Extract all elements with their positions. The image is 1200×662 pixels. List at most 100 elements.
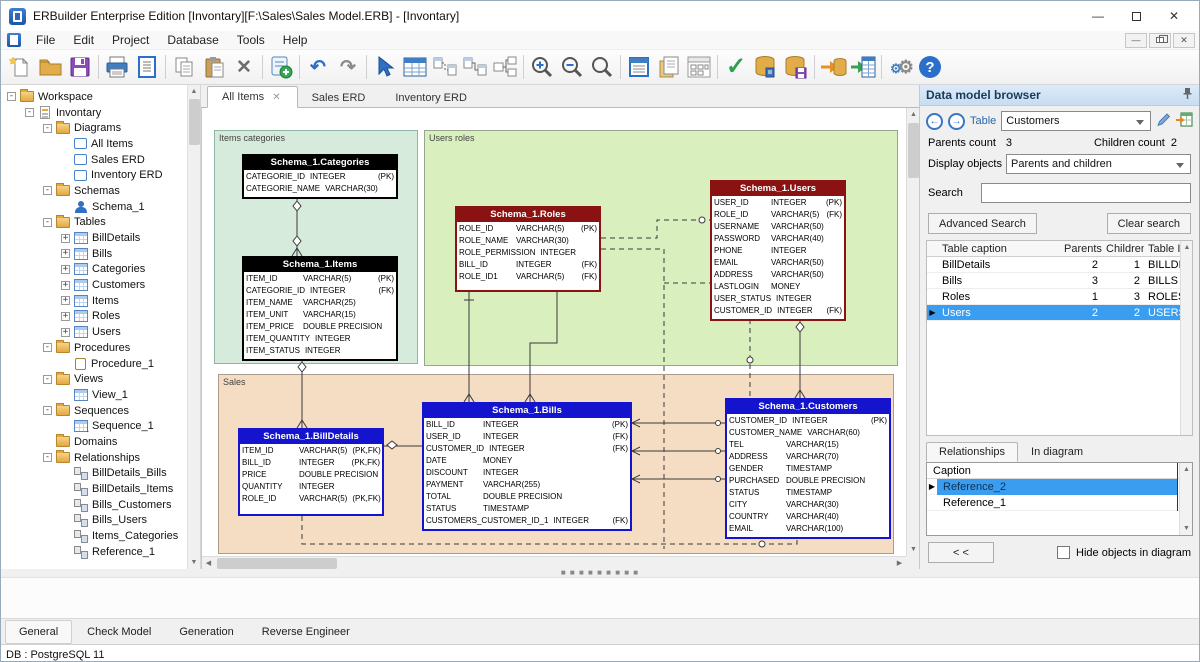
grid-row[interactable]: Bills 3 2 BILLS — [927, 273, 1192, 289]
back-button[interactable]: ← — [926, 113, 943, 130]
tree-expander[interactable]: - — [43, 453, 52, 462]
import-table-icon[interactable] — [848, 53, 878, 81]
grid-scrollbar[interactable]: ▲ — [1180, 241, 1192, 435]
mdi-restore-button[interactable] — [1149, 33, 1171, 48]
diagram-tab[interactable]: All Items ✕ — [207, 86, 298, 108]
menu-item[interactable]: Database — [158, 31, 227, 49]
clear-search-button[interactable]: Clear search — [1107, 213, 1191, 234]
menu-item[interactable]: Project — [103, 31, 158, 49]
tree-expander[interactable]: + — [61, 312, 70, 321]
help-icon[interactable]: ? — [915, 53, 945, 81]
menu-item[interactable]: File — [27, 31, 64, 49]
entity-table-header[interactable]: Schema_1.Customers — [727, 400, 889, 414]
panel-splitter-handle[interactable]: ■ ■ ■ ■ ■ ■ ■ ■ ■ — [1, 569, 1199, 577]
tree-item[interactable]: BillDetails_Bills — [1, 466, 200, 482]
grid-row[interactable]: BillDetails 2 1 BILLDE — [927, 257, 1192, 273]
minimize-button[interactable]: — — [1081, 4, 1115, 28]
document-view-icon[interactable] — [624, 53, 654, 81]
close-tab-icon[interactable]: ✕ — [272, 92, 280, 103]
output-tab[interactable]: Check Model — [74, 621, 164, 643]
grid-row[interactable]: Roles 1 3 ROLES — [927, 289, 1192, 305]
scroll-down-icon[interactable]: ▼ — [188, 556, 200, 569]
tree-item[interactable]: - Invontary — [1, 105, 200, 121]
entity-table-header[interactable]: Schema_1.Roles — [457, 208, 599, 222]
many-to-many-relation-icon[interactable] — [460, 53, 490, 81]
entity-table-header[interactable]: Schema_1.Bills — [424, 404, 630, 418]
tree-expander[interactable]: - — [43, 186, 52, 195]
subtype-relation-icon[interactable] — [490, 53, 520, 81]
tree-item[interactable]: Items_Categories — [1, 528, 200, 544]
diagram-canvas[interactable]: Items categories Users roles Sales — [201, 108, 919, 569]
tree-item[interactable]: + Roles — [1, 309, 200, 325]
new-entity-icon[interactable] — [400, 53, 430, 81]
collapse-panel-button[interactable]: < < — [928, 542, 994, 563]
undo-icon[interactable]: ↶ — [303, 53, 333, 81]
print-icon[interactable] — [102, 53, 132, 81]
tree-item[interactable]: + Users — [1, 324, 200, 340]
tree-item[interactable]: - Workspace — [1, 89, 200, 105]
tree-item[interactable]: + Items — [1, 293, 200, 309]
tree-expander[interactable]: - — [43, 375, 52, 384]
tree-item[interactable]: Bills_Customers — [1, 497, 200, 513]
search-input[interactable] — [981, 183, 1191, 203]
tree-item[interactable]: Bills_Users — [1, 513, 200, 529]
entity-table[interactable]: Schema_1.Items ITEM_ID VARCHAR(5) (PK) C… — [242, 256, 398, 361]
tree-item[interactable]: + BillDetails — [1, 230, 200, 246]
tree-item[interactable]: Procedure_1 — [1, 356, 200, 372]
save-db-icon[interactable] — [781, 53, 811, 81]
new-file-icon[interactable] — [5, 53, 35, 81]
sidebar-scrollbar[interactable]: ▲ ▼ — [187, 85, 200, 569]
relationship-row[interactable]: Reference_1 — [927, 495, 1192, 511]
tree-item[interactable]: Schema_1 — [1, 199, 200, 215]
canvas-vertical-scrollbar[interactable]: ▲ ▼ — [906, 108, 919, 556]
save-icon[interactable] — [65, 53, 95, 81]
scroll-up-icon[interactable]: ▲ — [188, 85, 200, 98]
mdi-minimize-button[interactable]: — — [1125, 33, 1147, 48]
diagram-tab[interactable]: Inventory ERD ✕ — [381, 88, 483, 108]
settings-gears-icon[interactable]: ⚙⚙ — [885, 53, 915, 81]
advanced-search-button[interactable]: Advanced Search — [928, 213, 1037, 234]
tree-item[interactable]: Sales ERD — [1, 152, 200, 168]
tree-item[interactable]: - Sequences — [1, 403, 200, 419]
tree-item[interactable]: Sequence_1 — [1, 418, 200, 434]
forward-button[interactable]: → — [948, 113, 965, 130]
tree-item[interactable]: All Items — [1, 136, 200, 152]
tree-item[interactable]: - Relationships — [1, 450, 200, 466]
entity-table-header[interactable]: Schema_1.Items — [244, 258, 396, 272]
scroll-right-icon[interactable]: ▶ — [893, 557, 906, 569]
tree-expander[interactable]: - — [43, 406, 52, 415]
form-view-icon[interactable] — [684, 53, 714, 81]
output-tab[interactable]: General — [5, 620, 72, 644]
generate-script-db-icon[interactable] — [751, 53, 781, 81]
zoom-out-icon[interactable] — [557, 53, 587, 81]
output-tab[interactable]: Generation — [166, 621, 246, 643]
copy-icon[interactable] — [169, 53, 199, 81]
tree-expander[interactable]: + — [61, 265, 70, 274]
menu-item[interactable]: Tools — [228, 31, 274, 49]
entity-table[interactable]: Schema_1.Users USER_ID INTEGER (PK) ROLE… — [710, 180, 846, 321]
relationships-tab[interactable]: Relationships — [926, 442, 1018, 462]
tree-expander[interactable]: + — [61, 281, 70, 290]
entity-table[interactable]: Schema_1.Customers CUSTOMER_ID INTEGER (… — [725, 398, 891, 539]
tree-expander[interactable]: - — [25, 108, 34, 117]
maximize-button[interactable] — [1119, 4, 1153, 28]
display-objects-select[interactable]: Parents and children — [1006, 154, 1191, 174]
export-to-diagram-icon[interactable] — [1176, 112, 1193, 130]
tree-expander[interactable]: - — [7, 92, 16, 101]
entity-table[interactable]: Schema_1.Roles ROLE_ID VARCHAR(5) (PK) R… — [455, 206, 601, 292]
add-table-icon[interactable] — [266, 53, 296, 81]
report-icon[interactable] — [132, 53, 162, 81]
tree-expander[interactable]: + — [61, 296, 70, 305]
entity-table-header[interactable]: Schema_1.Categories — [244, 156, 396, 170]
menu-item[interactable]: Edit — [64, 31, 103, 49]
edit-pencil-icon[interactable] — [1156, 112, 1171, 130]
tree-item[interactable]: + Categories — [1, 262, 200, 278]
entity-table[interactable]: Schema_1.BillDetails ITEM_ID VARCHAR(5) … — [238, 428, 384, 516]
relationships-tab[interactable]: In diagram — [1018, 442, 1096, 462]
table-select[interactable]: Customers — [1001, 111, 1151, 131]
one-to-many-relation-icon[interactable] — [430, 53, 460, 81]
entity-table-header[interactable]: Schema_1.BillDetails — [240, 430, 382, 444]
scroll-up-icon[interactable]: ▲ — [1181, 241, 1193, 254]
tree-expander[interactable]: - — [43, 343, 52, 352]
tree-expander[interactable]: + — [61, 234, 70, 243]
